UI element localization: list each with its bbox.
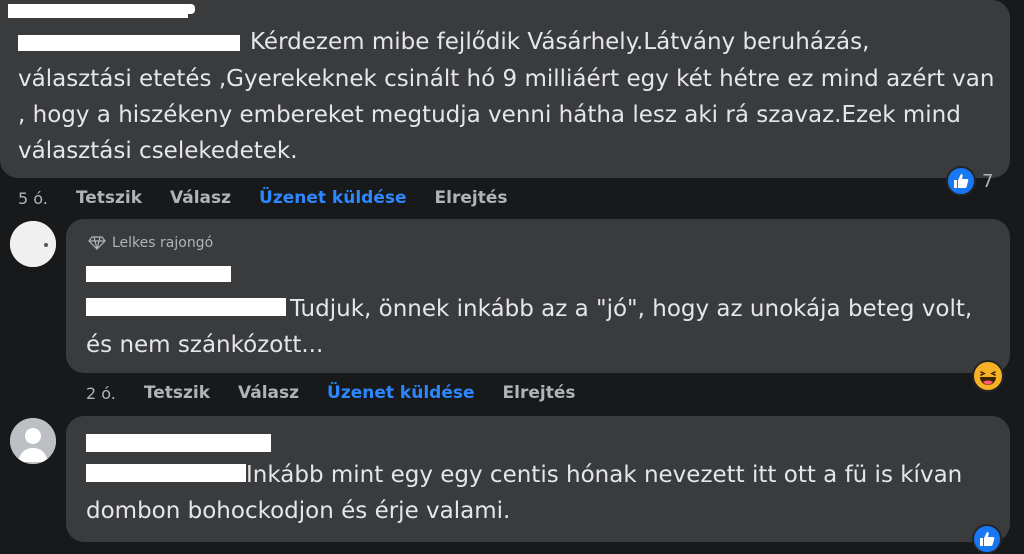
comment-text-line: Kérdezem mibe fejlődik Vásárhely.Látvány… — [250, 29, 870, 55]
hide-button[interactable]: Elrejtés — [435, 188, 508, 208]
reaction-summary[interactable]: 7 — [946, 166, 993, 196]
comment-actions: 2 ó. Tetszik Válasz Üzenet küldése Elrej… — [86, 380, 575, 406]
reaction-summary[interactable] — [972, 360, 1004, 392]
like-icon — [972, 524, 1002, 554]
reply-button[interactable]: Válasz — [170, 188, 231, 208]
send-message-button[interactable]: Üzenet küldése — [327, 383, 475, 403]
diamond-icon — [88, 236, 106, 250]
badge-label: Lelkes rajongó — [112, 235, 214, 251]
like-icon — [946, 166, 976, 196]
default-avatar-icon — [10, 418, 56, 464]
comment-text-line: választási etetés ,Gyerekeknek csinált h… — [18, 66, 995, 92]
comment-text-line: Inkább mint egy egy centis hónak nevezet… — [246, 462, 963, 488]
comment-text-line: választási cselekedetek. — [18, 138, 298, 164]
comment-text-line: és nem szánkózott... — [86, 332, 324, 358]
redacted-tag-name — [18, 35, 240, 51]
send-message-button[interactable]: Üzenet küldése — [259, 188, 407, 208]
comment-text-line: dombon bohockodjon és érje valami. — [86, 498, 511, 524]
redacted-author-name — [86, 434, 271, 452]
comment-timestamp[interactable]: 5 ó. — [18, 189, 48, 208]
comment-text-line: , hogy a hiszékeny embereket megtudja ve… — [18, 102, 961, 128]
redacted-tag-name — [86, 298, 286, 316]
haha-icon — [972, 360, 1004, 392]
hide-button[interactable]: Elrejtés — [503, 383, 576, 403]
like-action-button[interactable]: Tetszik — [144, 383, 210, 403]
redacted-tag-name — [86, 464, 246, 482]
redacted-author-name — [86, 266, 231, 282]
avatar[interactable] — [10, 418, 56, 464]
comment-timestamp[interactable]: 2 ó. — [86, 384, 116, 403]
reaction-summary[interactable] — [972, 524, 1002, 554]
redacted-author-name — [150, 4, 195, 14]
reply-button[interactable]: Válasz — [238, 383, 299, 403]
avatar[interactable] — [10, 221, 56, 267]
comment-actions: 5 ó. Tetszik Válasz Üzenet küldése Elrej… — [18, 185, 507, 211]
fan-badge: Lelkes rajongó — [88, 235, 213, 251]
like-action-button[interactable]: Tetszik — [76, 188, 142, 208]
avatar-image — [10, 221, 56, 267]
comment-text-line: Tudjuk, önnek inkább az a "jó", hogy az … — [290, 296, 973, 322]
reaction-count: 7 — [982, 170, 994, 192]
